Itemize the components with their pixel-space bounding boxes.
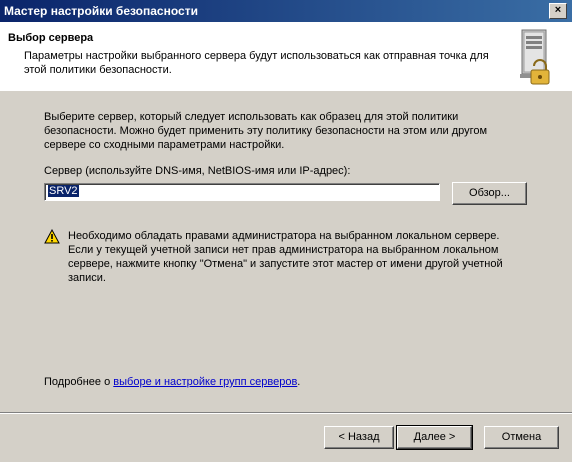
page-title: Выбор сервера	[8, 32, 94, 44]
warning-text: Необходимо обладать правами администрато…	[68, 230, 503, 284]
intro-text: Выберите сервер, который следует использ…	[44, 111, 488, 151]
warning-icon	[44, 229, 60, 244]
window-title: Мастер настройки безопасности	[4, 4, 198, 18]
browse-button[interactable]: Обзор...	[452, 182, 527, 205]
footer-divider-highlight	[0, 413, 572, 414]
server-field-label: Сервер (используйте DNS-имя, NetBIOS-имя…	[44, 165, 351, 177]
cancel-button[interactable]: Отмена	[484, 426, 559, 449]
more-info-suffix: .	[297, 376, 301, 388]
title-bar[interactable]: Мастер настройки безопасности ×	[0, 0, 572, 22]
wizard-header: Выбор сервера Параметры настройки выбран…	[0, 22, 572, 91]
more-info: Подробнее о выборе и настройке групп сер…	[44, 376, 300, 388]
server-groups-link[interactable]: выборе и настройке групп серверов	[113, 376, 297, 388]
server-input[interactable]: SRV2	[44, 183, 440, 201]
wizard-window: Мастер настройки безопасности × Выбор се…	[0, 0, 572, 462]
more-info-prefix: Подробнее о	[44, 376, 114, 388]
back-button[interactable]: < Назад	[324, 426, 394, 449]
next-button[interactable]: Далее >	[396, 425, 473, 450]
page-description: Параметры настройки выбранного сервера б…	[24, 50, 489, 76]
close-button[interactable]: ×	[549, 3, 567, 19]
server-lock-icon	[520, 29, 550, 85]
close-icon: ×	[554, 4, 562, 16]
header-separator	[0, 90, 572, 91]
server-input-value: SRV2	[48, 185, 79, 197]
